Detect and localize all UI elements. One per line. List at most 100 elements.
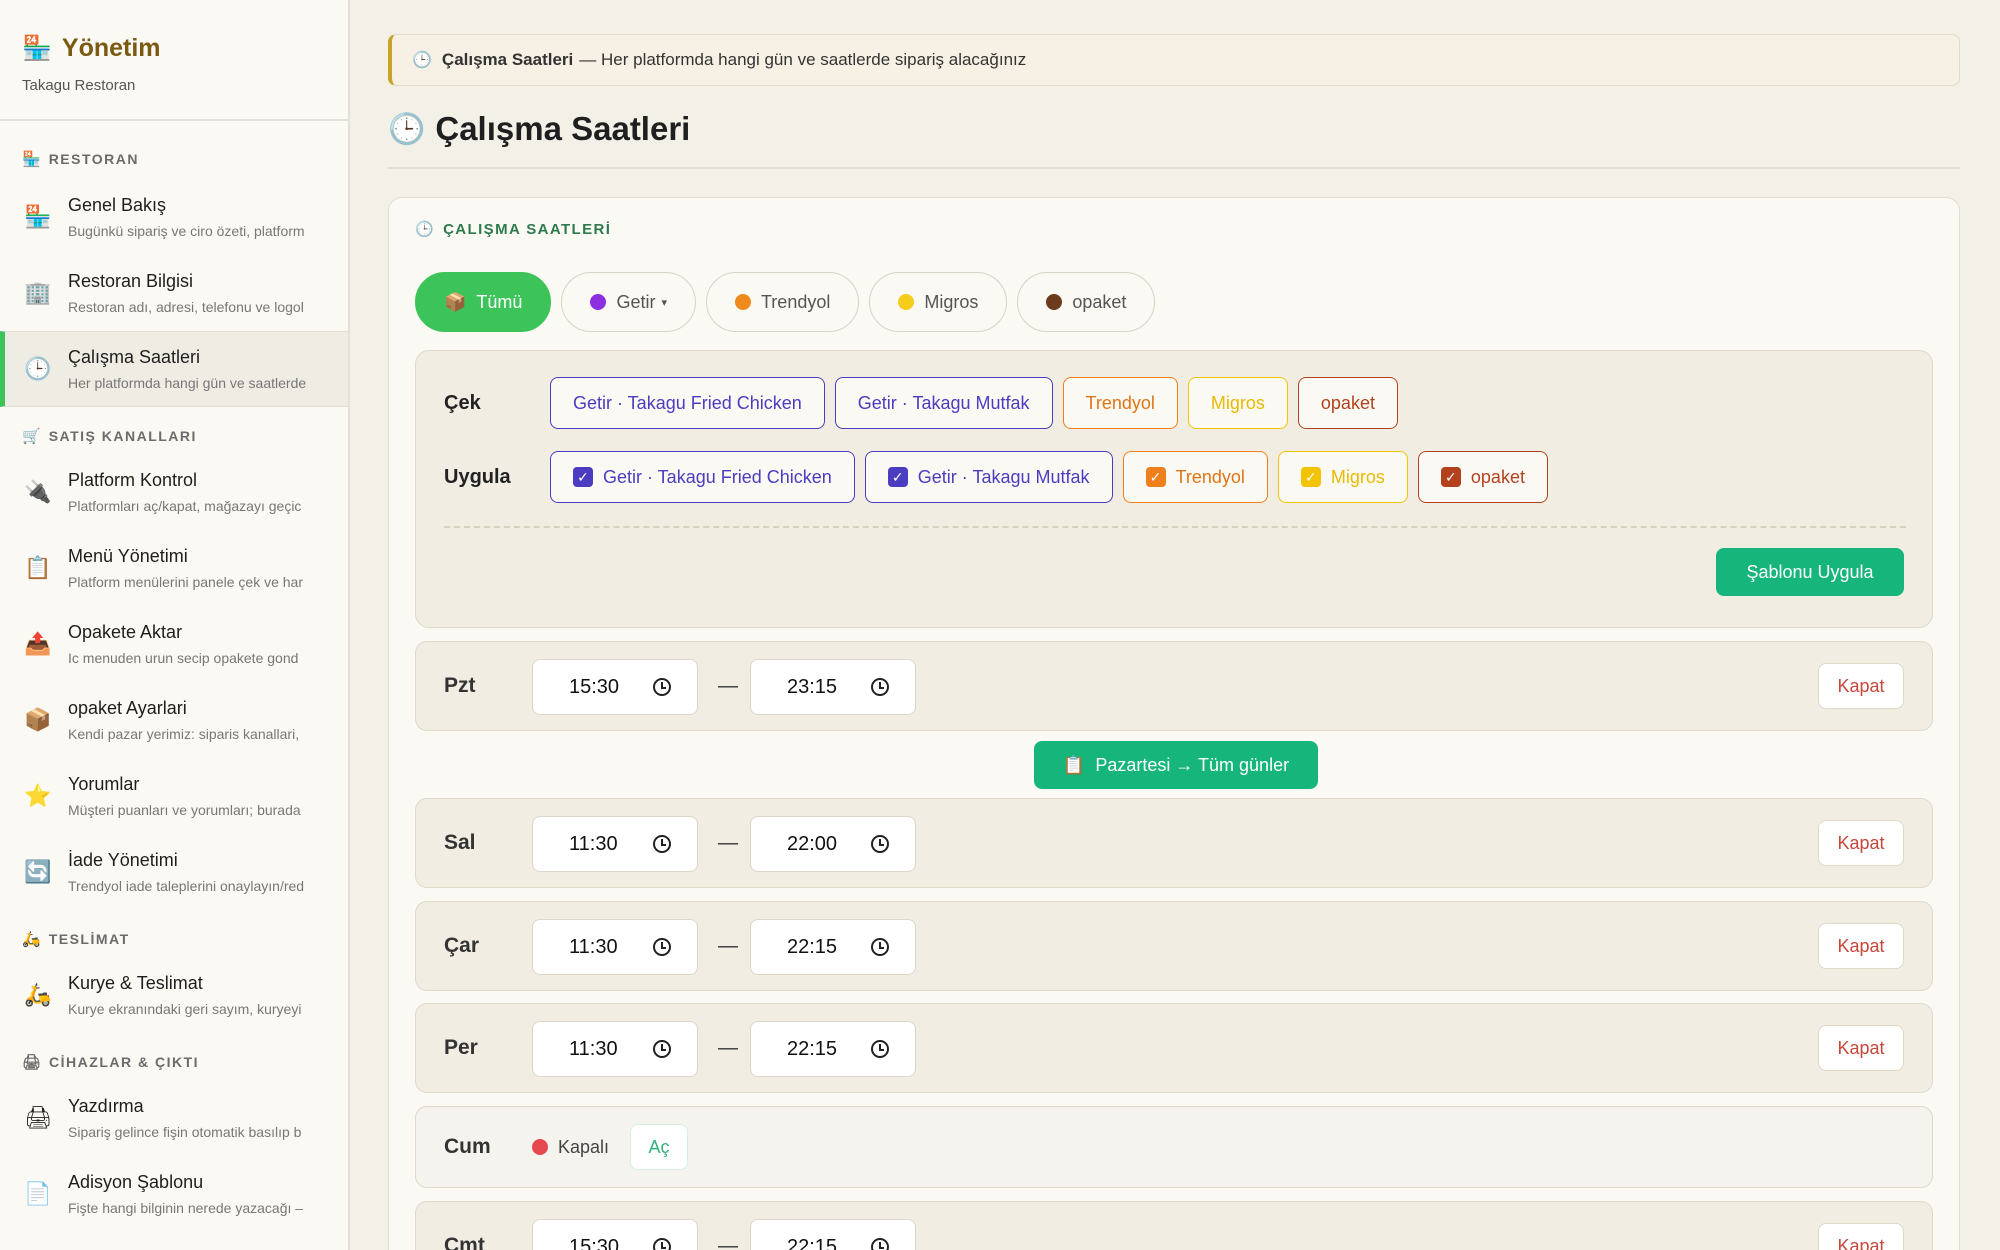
nav-title: Kurye & Teslimat (68, 973, 203, 993)
day-row-per: Per 11:30 — 22:15 Kapat (415, 1003, 1933, 1093)
chip-label: opaket (1470, 466, 1525, 487)
apply-template-button[interactable]: Şablonu Uygula (1716, 548, 1904, 596)
sidebar-item-iade-yonetimi[interactable]: 🔄 İade Yönetimi Trendyol iade taleplerini… (0, 834, 348, 910)
nav-desc: Platform menülerini panele çek ve har (68, 574, 304, 590)
nav-title: Platform Kontrol (68, 470, 198, 490)
separator: — (718, 1234, 738, 1250)
clipboard-icon: 📋 (1062, 754, 1086, 775)
filter-trendyol[interactable]: Trendyol (705, 272, 860, 332)
filter-migros[interactable]: Migros (869, 272, 1008, 332)
nav-title: Yorumlar (68, 774, 140, 794)
checkbox-checked-icon: ✓ (1440, 467, 1461, 487)
nav-desc: Trendyol iade taleplerini onaylayın/red (68, 878, 305, 894)
restaurant-name: Takagu Restoran (22, 77, 136, 94)
filter-tumu[interactable]: 📦 Tümü (415, 272, 552, 332)
apply-chip-migros[interactable]: ✓ Migros (1277, 451, 1408, 503)
chip-label: Migros (1330, 466, 1385, 487)
open-time-input[interactable]: 11:30 (532, 1021, 698, 1077)
clock-icon (871, 1040, 889, 1058)
apply-label: Uygula (444, 465, 511, 488)
outbox-icon: 📤 (24, 631, 52, 656)
open-time-input[interactable]: 15:30 (532, 1219, 698, 1250)
time-value: 11:30 (569, 832, 618, 855)
star-icon: ⭐ (24, 783, 52, 808)
close-day-button[interactable]: Kapat (1818, 1025, 1904, 1071)
sidebar-item-platform-kontrol[interactable]: 🔌 Platform Kontrol Platformları aç/kapat,… (0, 454, 348, 530)
open-time-input[interactable]: 15:30 (532, 659, 698, 715)
open-time-input[interactable]: 11:30 (532, 816, 698, 872)
nav-title: Opakete Aktar (68, 622, 183, 642)
orange-dot-icon (734, 294, 751, 310)
banner-title: Çalışma Saatleri (441, 50, 574, 69)
separator: — (718, 674, 738, 697)
sidebar-item-calisma-saatleri[interactable]: 🕒 Çalışma Saatleri Her platformda hangi g… (0, 331, 348, 407)
clock-icon (653, 1238, 671, 1250)
status-text: Kapalı (558, 1136, 610, 1157)
close-day-button[interactable]: Kapat (1818, 820, 1904, 866)
day-label: Çar (444, 934, 480, 957)
working-hours-card: 🕒 ÇALIŞMA SAATLERİ 📦 Tümü Getir ▾ Trendy… (388, 197, 1960, 1250)
pull-chip-getir-fried-chicken[interactable]: Getir · Takagu Fried Chicken (550, 377, 825, 429)
clock-icon (871, 678, 889, 696)
sidebar-item-adisyon-sablonu[interactable]: 📄 Adisyon Şablonu Fişte hangi bilginin ne… (0, 1156, 348, 1232)
card-label: 🕒 ÇALIŞMA SAATLERİ (415, 220, 611, 239)
time-value: 15:30 (569, 1235, 620, 1250)
close-time-input[interactable]: 22:15 (750, 1219, 916, 1250)
open-time-input[interactable]: 11:30 (532, 919, 698, 975)
close-time-input[interactable]: 22:15 (750, 919, 916, 975)
scooter-icon: 🛵 (22, 931, 41, 948)
pull-row: Çek Getir · Takagu Fried Chicken Getir ·… (444, 377, 1408, 429)
close-time-input[interactable]: 22:15 (750, 1021, 916, 1077)
pull-chip-trendyol[interactable]: Trendyol (1062, 377, 1178, 429)
store-icon: 🏪 (22, 151, 41, 168)
checkbox-checked-icon: ✓ (1300, 467, 1321, 487)
pull-chip-migros[interactable]: Migros (1187, 377, 1288, 429)
clock-icon: 🕒 (388, 112, 426, 146)
filter-label: Tümü (476, 291, 523, 312)
plug-icon: 🔌 (24, 479, 52, 504)
closed-status: Kapalı (532, 1107, 609, 1187)
filter-label: Getir (616, 291, 656, 312)
section-label: TESLİMAT (48, 931, 130, 947)
close-time-input[interactable]: 22:00 (750, 816, 916, 872)
sidebar-item-restoran-bilgisi[interactable]: 🏢 Restoran Bilgisi Restoran adı, adresi, … (0, 255, 348, 331)
filter-label: Trendyol (760, 291, 831, 312)
apply-chip-getir-fried-chicken[interactable]: ✓ Getir · Takagu Fried Chicken (550, 451, 855, 503)
nav-desc: Kurye ekranındaki geri sayım, kuryeyi (68, 1001, 302, 1017)
open-day-button[interactable]: Aç (630, 1124, 688, 1170)
store-icon: 🏪 (24, 204, 52, 229)
sidebar-item-menu-yonetimi[interactable]: 📋 Menü Yönetimi Platform menülerini panel… (0, 530, 348, 606)
sidebar-item-opaket-ayarlari[interactable]: 📦 opaket Ayarlari Kendi pazar yerimiz: si… (0, 682, 348, 758)
apply-chip-trendyol[interactable]: ✓ Trendyol (1122, 451, 1268, 503)
chevron-down-icon: ▾ (661, 296, 667, 309)
filter-getir[interactable]: Getir ▾ (561, 272, 696, 332)
close-time-input[interactable]: 23:15 (750, 659, 916, 715)
filter-label: Migros (924, 291, 979, 312)
close-day-button[interactable]: Kapat (1818, 663, 1904, 709)
filter-opaket[interactable]: opaket (1017, 272, 1156, 332)
apply-chip-getir-mutfak[interactable]: ✓ Getir · Takagu Mutfak (864, 451, 1113, 503)
apply-chip-opaket[interactable]: ✓ opaket (1417, 451, 1548, 503)
package-icon: 📦 (24, 707, 52, 732)
copy-monday-to-all-button[interactable]: 📋 Pazartesi → Tüm günler (1034, 741, 1318, 789)
sidebar-item-yorumlar[interactable]: ⭐ Yorumlar Müşteri puanları ve yorumları;… (0, 758, 348, 834)
cart-icon: 🛒 (22, 428, 41, 445)
sidebar-item-genel-bakis[interactable]: 🏪 Genel Bakış Bugünkü sipariş ve ciro öze… (0, 179, 348, 255)
brand-title: Yönetim (61, 34, 161, 62)
copy-button-label: Pazartesi → Tüm günler (1095, 754, 1290, 775)
pull-chip-opaket[interactable]: opaket (1297, 377, 1398, 429)
sidebar-item-yazdirma[interactable]: 🖨 Yazdırma Sipariş gelince fişin otomatik… (0, 1080, 348, 1156)
day-label: Per (444, 1036, 478, 1059)
nav-desc: Ic menuden urun secip opakete gond (68, 650, 299, 666)
close-day-button[interactable]: Kapat (1818, 1223, 1904, 1250)
sidebar-item-kurye-teslimat[interactable]: 🛵 Kurye & Teslimat Kurye ekranındaki geri… (0, 957, 348, 1033)
separator: — (718, 1036, 738, 1059)
nav-title: Yazdırma (68, 1096, 144, 1116)
brand: 🏪 Yönetim Takagu Restoran (0, 0, 348, 121)
separator: — (718, 934, 738, 957)
package-icon: 📦 (444, 291, 467, 312)
sidebar-item-opakete-aktar[interactable]: 📤 Opakete Aktar Ic menuden urun secip opa… (0, 606, 348, 682)
pull-chip-getir-mutfak[interactable]: Getir · Takagu Mutfak (834, 377, 1053, 429)
close-day-button[interactable]: Kapat (1818, 923, 1904, 969)
clock-icon (653, 938, 671, 956)
